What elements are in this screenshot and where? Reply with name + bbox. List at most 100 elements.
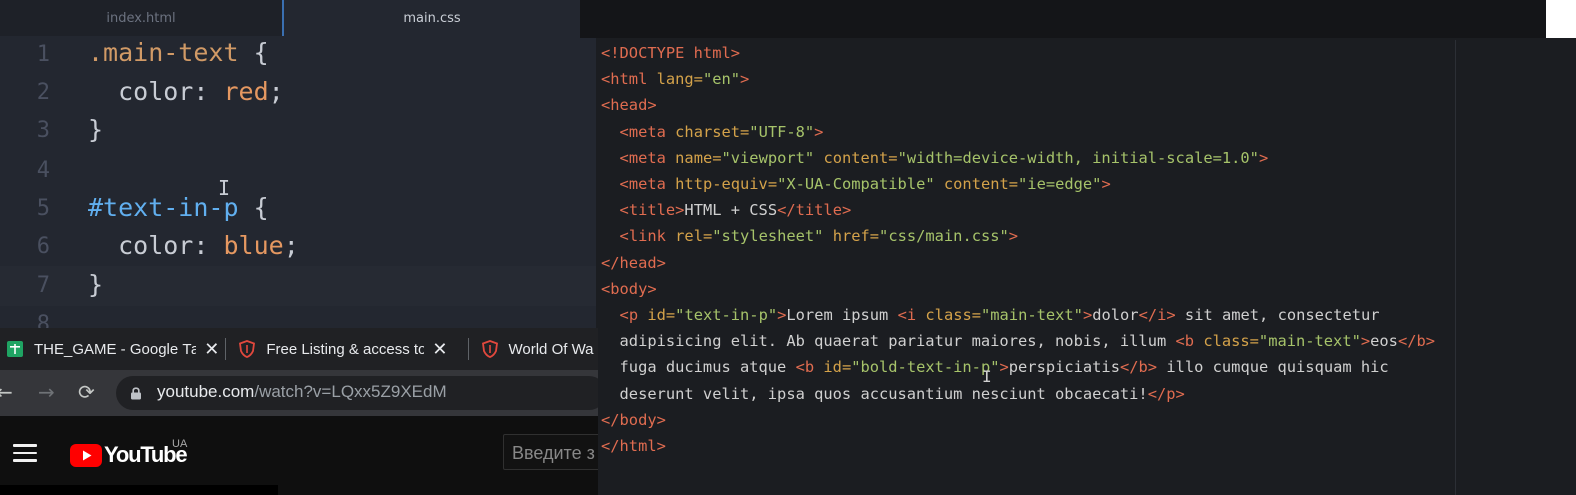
code-token: > bbox=[1360, 332, 1371, 351]
code-line-6: color: blue; bbox=[88, 231, 299, 260]
html-code-line: adipisicing elit. Ab quaerat pariatur ma… bbox=[601, 332, 1436, 351]
code-token: <meta bbox=[619, 122, 676, 141]
html-code-line: <link rel="stylesheet" href="css/main.cs… bbox=[601, 227, 1019, 246]
browser-tab-title: World Of Wa bbox=[508, 340, 594, 358]
code-token: http-equiv= bbox=[675, 175, 778, 193]
code-token: id= bbox=[647, 306, 676, 324]
code-token: > bbox=[1101, 175, 1111, 193]
screen: index.html main.css 1 2 3 4 5 6 7 8 .mai… bbox=[0, 0, 1576, 495]
code-token: > bbox=[777, 306, 787, 324]
code-token: eos bbox=[1370, 332, 1398, 351]
html-code-line: <title>HTML + CSS</title> bbox=[601, 201, 852, 220]
code-token: lang= bbox=[656, 70, 703, 89]
code-token: fuga ducimus atque bbox=[601, 358, 796, 377]
code-token: "en" bbox=[702, 70, 741, 89]
code-token: charset= bbox=[675, 122, 750, 141]
code-token: perspiciatis bbox=[1008, 358, 1120, 377]
css-value: blue bbox=[223, 231, 284, 260]
forward-arrow-icon[interactable]: → bbox=[38, 380, 55, 404]
code-token: <body> bbox=[601, 279, 657, 298]
reload-icon[interactable]: ⟳ bbox=[78, 380, 95, 404]
browser-tab-world[interactable]: World Of Wa bbox=[475, 328, 599, 370]
shield-icon bbox=[481, 340, 498, 358]
tab-index-html[interactable]: index.html bbox=[0, 0, 282, 36]
code-line-7: } bbox=[88, 270, 103, 299]
code-line-2: color: red; bbox=[88, 77, 284, 106]
close-icon[interactable]: ✕ bbox=[432, 339, 447, 360]
code-token: </body> bbox=[601, 410, 666, 429]
css-value: red bbox=[223, 77, 269, 106]
url-text[interactable]: youtube.com/watch?v=LQxx5Z9XEdM bbox=[157, 382, 447, 402]
code-line-1: .main-text { bbox=[88, 38, 269, 67]
code-token: > bbox=[999, 358, 1009, 377]
css-semicolon: ; bbox=[268, 77, 284, 106]
browser-tab-title: Free Listing & access to bbox=[266, 340, 425, 358]
line-number: 2 bbox=[36, 80, 50, 105]
html-code-line: <meta charset="UTF-8"> bbox=[601, 122, 824, 141]
back-arrow-icon[interactable]: ← bbox=[0, 380, 13, 404]
code-token: </title> bbox=[777, 201, 852, 220]
code-token: </b> bbox=[1119, 358, 1158, 377]
close-icon[interactable]: ✕ bbox=[204, 339, 219, 360]
line-number: 1 bbox=[36, 42, 50, 67]
code-token: rel= bbox=[675, 227, 713, 246]
youtube-play-icon bbox=[70, 443, 102, 467]
html-code-line: deserunt velit, ipsa quos accusantium ne… bbox=[601, 385, 1185, 403]
code-token: "UTF-8" bbox=[749, 122, 815, 141]
css-editor-pane[interactable]: index.html main.css 1 2 3 4 5 6 7 8 .mai… bbox=[0, 0, 600, 330]
url-host: youtube.com bbox=[157, 382, 255, 401]
line-number: 5 bbox=[36, 196, 50, 221]
youtube-logo[interactable]: YouTube bbox=[70, 442, 188, 468]
browser-window: THE_GAME - Google Таб ✕ Free Listing & a… bbox=[0, 328, 598, 495]
code-token: <head> bbox=[601, 96, 657, 115]
code-token: <html bbox=[601, 70, 657, 89]
html-code-line: </html> bbox=[601, 437, 666, 455]
shield-icon bbox=[239, 340, 256, 358]
css-semicolon: ; bbox=[283, 231, 299, 260]
google-sheets-icon bbox=[7, 341, 23, 357]
code-token: "bold-text-in-p" bbox=[851, 358, 1000, 377]
code-token: href= bbox=[832, 227, 880, 246]
menu-icon[interactable] bbox=[13, 444, 37, 462]
code-token: <i bbox=[897, 306, 926, 324]
css-brace: } bbox=[88, 115, 104, 144]
code-token: "main-text" bbox=[1258, 332, 1361, 351]
code-token: </html> bbox=[601, 437, 666, 455]
tab-main-css[interactable]: main.css bbox=[282, 0, 580, 36]
line-number: 7 bbox=[36, 273, 50, 298]
code-token: > bbox=[1258, 148, 1269, 167]
code-token: <b bbox=[1175, 332, 1204, 351]
code-token: > bbox=[814, 122, 824, 141]
code-token: class= bbox=[925, 306, 982, 324]
code-token: class= bbox=[1203, 332, 1259, 351]
code-token: "width=device-width, initial-scale=1.0" bbox=[897, 148, 1259, 167]
code-token: "viewport" bbox=[721, 148, 824, 167]
youtube-search-input[interactable]: Введите з bbox=[503, 434, 598, 470]
text-cursor-icon: I bbox=[218, 176, 231, 200]
lock-icon bbox=[131, 387, 141, 400]
viewer-top-edge bbox=[1546, 0, 1576, 38]
code-token: Lorem ipsum bbox=[786, 306, 898, 324]
html-code-pane[interactable]: <!DOCTYPE html> <html lang="en"> <head> <m… bbox=[596, 38, 1576, 495]
code-token: "ie=edge" bbox=[1018, 175, 1102, 193]
css-property: color: bbox=[88, 77, 224, 106]
editor-tab-bar: index.html main.css bbox=[0, 0, 580, 36]
css-selector: #text-in-p bbox=[88, 193, 239, 222]
css-property: color: bbox=[88, 231, 224, 260]
search-placeholder: Введите з bbox=[512, 443, 595, 463]
code-token: "main-text" bbox=[981, 306, 1083, 324]
code-token: content= bbox=[823, 148, 898, 167]
code-token: </p> bbox=[1147, 384, 1185, 403]
html-code-line: <body> bbox=[601, 280, 657, 298]
code-token: illo cumque quisquam hic bbox=[1157, 358, 1389, 377]
code-token: <p bbox=[619, 306, 648, 324]
line-number: 4 bbox=[36, 158, 50, 183]
code-token: content= bbox=[943, 175, 1019, 193]
css-selector: .main-text bbox=[88, 38, 239, 67]
browser-tab-listing[interactable]: Free Listing & access to ✕ bbox=[232, 328, 461, 370]
browser-tab-sheets[interactable]: THE_GAME - Google Таб ✕ bbox=[0, 328, 219, 370]
html-code-line: <p id="text-in-p">Lorem ipsum <i class="… bbox=[601, 306, 1380, 324]
